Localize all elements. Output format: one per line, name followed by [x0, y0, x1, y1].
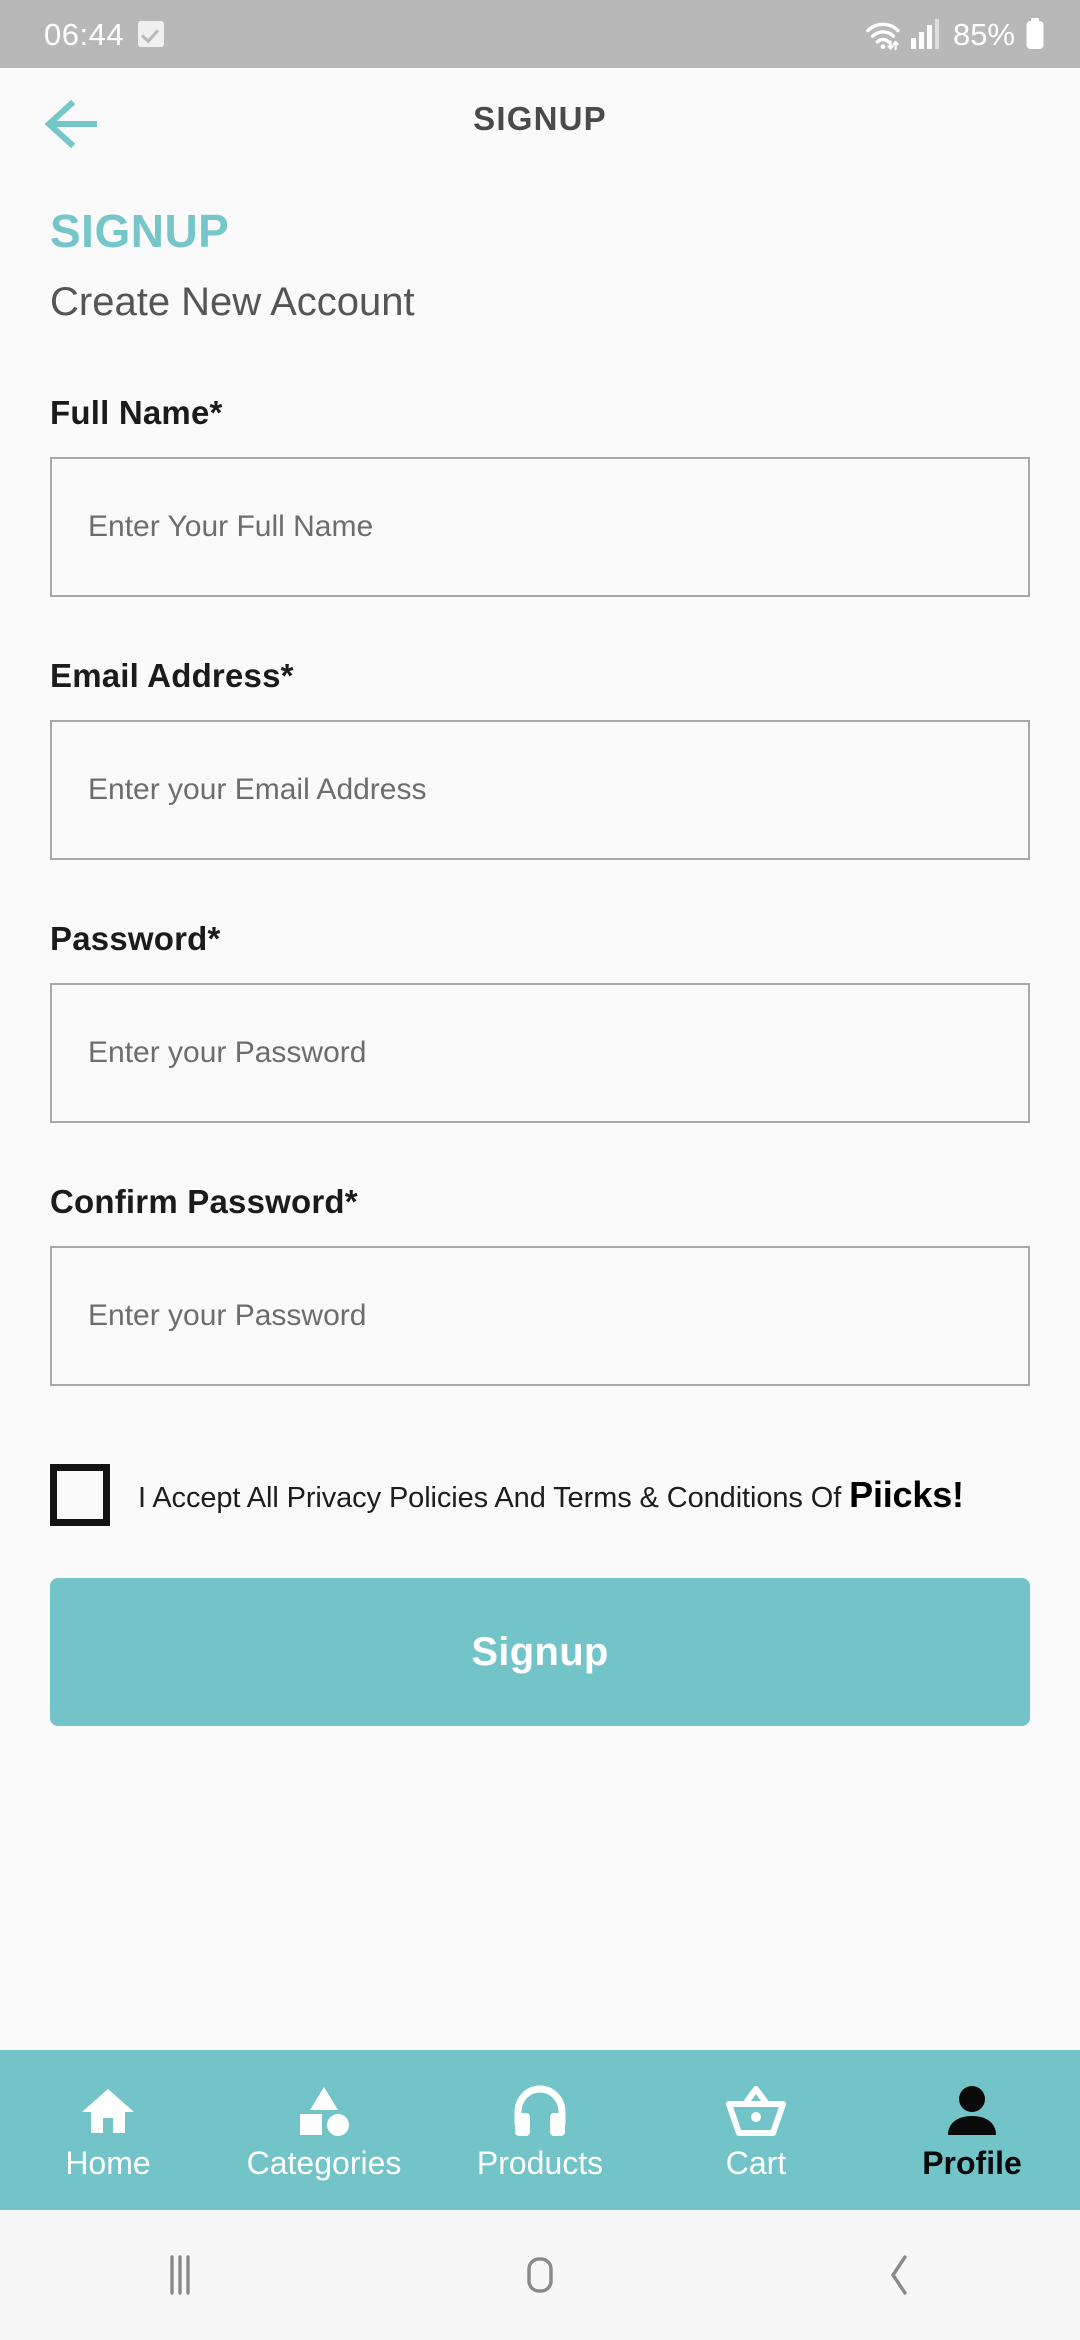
home-square-icon	[527, 2257, 553, 2293]
status-bar: 06:44 85%	[0, 0, 1080, 68]
basket-icon	[725, 2081, 787, 2137]
app-bar-title: SIGNUP	[473, 100, 607, 137]
field-group-confirm-password: Confirm Password*	[50, 1185, 1030, 1386]
full-name-field[interactable]	[50, 457, 1030, 597]
home-icon	[80, 2081, 136, 2137]
full-name-input[interactable]	[88, 510, 992, 544]
status-bar-right: 85%	[865, 17, 1046, 51]
app-bar: SIGNUP	[0, 68, 1080, 178]
back-chevron-icon	[891, 2255, 907, 2295]
page-subtitle: Create New Account	[50, 280, 415, 324]
confirm-password-input[interactable]	[88, 1299, 992, 1333]
terms-label: I Accept All Privacy Policies And Terms …	[138, 1474, 964, 1515]
phone-screen: 06:44 85% SIGNUP SIGNUP Create New Accou…	[0, 0, 1080, 2340]
status-bar-left: 06:44	[44, 16, 165, 52]
password-label: Password*	[50, 920, 221, 957]
checkbox-checked-icon	[138, 21, 165, 47]
signup-button-label: Signup	[471, 1629, 609, 1674]
home-button[interactable]	[360, 2251, 720, 2299]
confirm-password-field[interactable]	[50, 1246, 1030, 1386]
back-button-system[interactable]	[720, 2251, 1080, 2299]
status-bar-clock: 06:44	[44, 16, 125, 52]
field-group-password: Password*	[50, 922, 1030, 1123]
email-address-input[interactable]	[88, 773, 992, 807]
brand-name: Piicks!	[849, 1474, 964, 1516]
signup-button[interactable]: Signup	[50, 1578, 1030, 1726]
shapes-categories-icon	[294, 2081, 354, 2137]
email-address-label: Email Address*	[50, 657, 294, 694]
password-input[interactable]	[88, 1036, 992, 1070]
accept-terms-checkbox[interactable]	[50, 1464, 110, 1526]
confirm-password-label: Confirm Password*	[50, 1183, 358, 1220]
recents-bars-icon	[170, 2255, 190, 2295]
nav-label-products: Products	[476, 2145, 604, 2181]
nav-item-products[interactable]: Products	[432, 2050, 648, 2210]
headphones-icon	[512, 2081, 568, 2137]
field-group-email-address: Email Address*	[50, 659, 1030, 860]
nav-label-cart: Cart	[725, 2145, 787, 2181]
nav-label-profile: Profile	[922, 2145, 1022, 2181]
nav-label-categories: Categories	[246, 2145, 402, 2181]
person-icon	[946, 2081, 998, 2137]
field-group-full-name: Full Name*	[50, 396, 1030, 597]
wifi-icon	[865, 17, 901, 51]
nav-label-home: Home	[65, 2145, 151, 2181]
password-field[interactable]	[50, 983, 1030, 1123]
nav-item-cart[interactable]: Cart	[648, 2050, 864, 2210]
battery-icon	[1024, 17, 1046, 51]
nav-item-categories[interactable]: Categories	[216, 2050, 432, 2210]
nav-item-home[interactable]: Home	[0, 2050, 216, 2210]
terms-row: I Accept All Privacy Policies And Terms …	[50, 1464, 1030, 1526]
system-navigation-bar	[0, 2210, 1080, 2340]
full-name-label: Full Name*	[50, 394, 223, 431]
signup-form-container: SIGNUP Create New Account Full Name* Ema…	[0, 178, 1080, 2050]
recents-button[interactable]	[0, 2251, 360, 2299]
bottom-navigation-bar: Home Categories Products Cart Profile	[0, 2050, 1080, 2210]
battery-percent-label: 85%	[952, 16, 1015, 52]
terms-text: I Accept All Privacy Policies And Terms …	[138, 1482, 842, 1515]
page-title: SIGNUP	[50, 205, 230, 257]
nav-item-profile[interactable]: Profile	[864, 2050, 1080, 2210]
cellular-signal-icon	[910, 18, 940, 50]
email-address-field[interactable]	[50, 720, 1030, 860]
